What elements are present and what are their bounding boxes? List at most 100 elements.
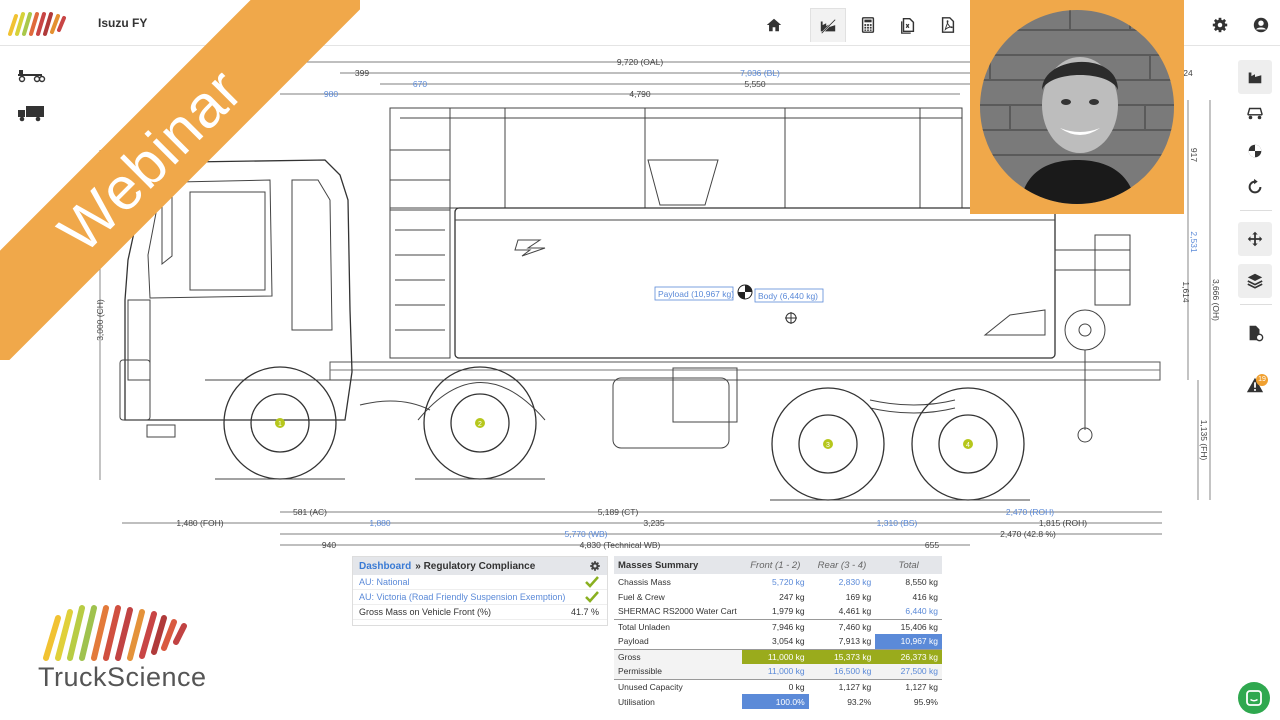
cell-rear[interactable]: 2,830 kg <box>809 574 876 589</box>
compliance-label: Gross Mass on Vehicle Front (%) <box>359 607 492 617</box>
cell-front: 3,054 kg <box>772 636 805 647</box>
dim-940: 940 <box>322 540 336 550</box>
chat-button[interactable] <box>1238 682 1270 714</box>
row-label: Total Unladen <box>614 618 742 634</box>
table-row: Total Unladen 7,946 kg 7,460 kg 15,406 k… <box>614 618 942 634</box>
dim-oal: 9,720 (OAL) <box>617 57 663 67</box>
dim-980: 980 <box>324 89 338 99</box>
table-row: Chassis Mass 5,720 kg 2,830 kg 8,550 kg <box>614 574 942 589</box>
gear-icon[interactable] <box>589 560 601 572</box>
column-header-total: Total <box>875 556 942 574</box>
cell-rear: 93.2% <box>847 696 872 707</box>
payload-cog-label[interactable]: Payload (10,967 kg) <box>658 289 734 299</box>
cell-total[interactable]: 6,440 kg <box>875 604 942 619</box>
warning-icon[interactable] <box>1238 368 1272 402</box>
table-row: Payload 3,054 kg 7,913 kg 10,967 kg <box>614 634 942 649</box>
toolbar-separator <box>1240 210 1272 211</box>
masses-table: Masses Summary Front (1 - 2) Rear (3 - 4… <box>614 556 942 709</box>
compliance-label[interactable]: AU: National <box>359 577 410 587</box>
toolbar-separator <box>1240 304 1272 305</box>
chat-icon <box>1246 690 1262 706</box>
pdf-icon[interactable] <box>930 8 966 42</box>
presenter-video <box>970 0 1184 214</box>
user-icon[interactable] <box>1243 8 1279 42</box>
compliance-row-front-mass: Gross Mass on Vehicle Front (%) 41.7 % <box>353 605 607 620</box>
masses-summary-panel: Masses Summary Front (1 - 2) Rear (3 - 4… <box>614 556 942 712</box>
axle-label-2: 2 <box>478 421 482 428</box>
cell-rear: 1,127 kg <box>808 678 876 694</box>
masses-title: Masses Summary <box>614 556 742 574</box>
presenter-photo <box>980 10 1174 204</box>
dim-3235: 3,235 <box>643 518 665 528</box>
axle-label-3: 3 <box>826 442 830 449</box>
row-label: Utilisation <box>618 696 655 707</box>
table-row: Permissible 11,000 kg 16,500 kg 27,500 k… <box>614 664 942 679</box>
dim-2470-pct: 2,470 (42.8 %) <box>1000 529 1056 539</box>
row-label: Permissible <box>614 664 742 679</box>
dim-1880: 1,880 <box>369 518 391 528</box>
cell-front: 7,946 kg <box>741 618 809 634</box>
calculator-icon[interactable] <box>850 8 886 42</box>
truckscience-logo-icon[interactable] <box>4 8 84 40</box>
cell-front: 247 kg <box>779 591 805 602</box>
truck-configuration-icon[interactable] <box>810 8 846 42</box>
cell-front: 11,000 kg <box>741 648 809 664</box>
axle-icon[interactable] <box>1238 96 1272 130</box>
compliance-title: » Regulatory Compliance <box>415 560 536 572</box>
dim-ac: 581 (AC) <box>293 507 327 517</box>
dim-bl: 7,036 (BL) <box>740 68 780 78</box>
dim-wb: 5,770 (WB) <box>565 529 608 539</box>
cell-front[interactable]: 5,720 kg <box>742 574 809 589</box>
compliance-header: Dashboard » Regulatory Compliance <box>353 557 607 575</box>
dim-24: 24 <box>1183 68 1193 78</box>
axle-label-4: 4 <box>966 442 970 449</box>
cell-rear: 7,913 kg <box>838 636 872 647</box>
compliance-value: 41.7 % <box>570 607 599 617</box>
dim-foh: 1,480 (FOH) <box>176 518 223 528</box>
table-row: Fuel & Crew 247 kg 169 kg 416 kg <box>614 589 942 604</box>
cell-front[interactable]: 11,000 kg <box>741 664 809 679</box>
move-icon[interactable] <box>1238 222 1272 256</box>
centre-of-gravity-icon[interactable] <box>1238 134 1272 168</box>
body-cog-label[interactable]: Body (6,440 kg) <box>758 291 818 301</box>
check-icon <box>585 576 599 588</box>
axle-label-1: 1 <box>278 421 282 428</box>
truckscience-app: Isuzu FY 1 2 3 4 Payload (10,967 kg) Bod… <box>0 0 1280 720</box>
settings-icon[interactable] <box>1202 8 1238 42</box>
table-row: Gross 11,000 kg 15,373 kg 26,373 kg <box>614 648 942 664</box>
cell-rear[interactable]: 16,500 kg <box>808 664 876 679</box>
cell-total: 8,550 kg <box>905 576 938 587</box>
column-header-rear: Rear (3 - 4) <box>808 556 876 574</box>
cell-rear: 7,460 kg <box>808 618 876 634</box>
cell-total[interactable]: 27,500 kg <box>875 664 942 679</box>
dim-technical-wb: 4,830 (Technical WB) <box>580 540 661 550</box>
dim-670: 670 <box>413 79 427 89</box>
cell-rear: 4,461 kg <box>838 606 872 617</box>
compliance-row-national[interactable]: AU: National <box>353 575 607 590</box>
rotate-icon[interactable] <box>1238 170 1272 204</box>
dim-4790: 4,790 <box>629 89 651 99</box>
row-label: Fuel & Crew <box>618 591 665 602</box>
cell-front: 0 kg <box>741 678 809 694</box>
row-label: Payload <box>618 636 649 647</box>
app-title: Isuzu FY <box>98 16 148 30</box>
centre-of-gravity-icon <box>737 284 753 300</box>
dim-ct: 5,189 (CT) <box>598 507 639 517</box>
column-header-front: Front (1 - 2) <box>741 556 809 574</box>
home-icon[interactable] <box>756 8 792 42</box>
dashboard-breadcrumb[interactable]: Dashboard <box>359 561 411 572</box>
documents-icon[interactable] <box>890 8 926 42</box>
dim-1614: 1,614 <box>1181 281 1191 303</box>
layers-icon[interactable] <box>1238 264 1272 298</box>
document-settings-icon[interactable] <box>1238 316 1272 350</box>
cell-total[interactable]: 10,967 kg <box>875 634 942 649</box>
compliance-label[interactable]: AU: Victoria (Road Friendly Suspension E… <box>359 592 565 602</box>
dim-655: 655 <box>925 540 939 550</box>
table-row: Utilisation 100.0% 93.2% 95.9% <box>614 694 942 709</box>
compliance-row-victoria[interactable]: AU: Victoria (Road Friendly Suspension E… <box>353 590 607 605</box>
cell-total: 416 kg <box>912 591 938 602</box>
body-config-icon[interactable] <box>1238 60 1272 94</box>
table-row: SHERMAC RS2000 Water Cart 1,979 kg 4,461… <box>614 604 942 619</box>
cell-total: 26,373 kg <box>875 648 942 664</box>
table-row: Unused Capacity 0 kg 1,127 kg 1,127 kg <box>614 678 942 694</box>
